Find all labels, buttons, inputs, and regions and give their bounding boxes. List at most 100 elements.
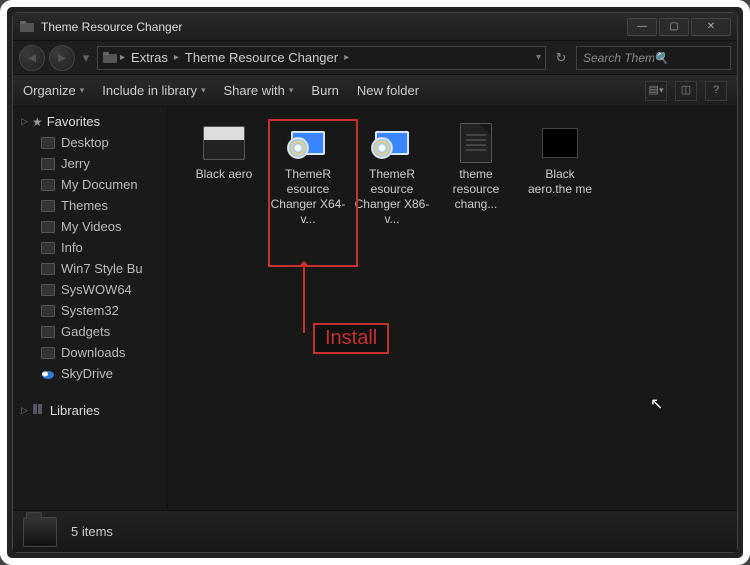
folder-icon <box>199 121 249 165</box>
sidebar-item-label: Desktop <box>61 135 109 150</box>
command-toolbar: Organize▾ Include in library▾ Share with… <box>13 75 737 107</box>
chevron-down-icon: ▾ <box>83 51 90 64</box>
preview-pane-button[interactable]: ◫ <box>675 81 697 101</box>
file-item[interactable]: ThemeR esource Changer X64-v... <box>270 121 346 227</box>
screenshot-frame: Theme Resource Changer — ▢ ✕ ◄ ► ▾ ▸ Ext… <box>0 0 750 565</box>
folder-icon <box>41 242 55 254</box>
file-item[interactable]: ThemeR esource Changer X86-v... <box>354 121 430 227</box>
refresh-button[interactable]: ↻ <box>550 47 572 69</box>
folder-icon <box>41 326 55 338</box>
title-bar: Theme Resource Changer — ▢ ✕ <box>13 13 737 41</box>
annotation-arrow <box>303 263 305 333</box>
sidebar-item-label: SysWOW64 <box>61 282 132 297</box>
chevron-down-icon: ▾ <box>289 86 294 95</box>
sidebar-item[interactable]: Jerry <box>13 153 167 174</box>
sidebar-item[interactable]: My Documen <box>13 174 167 195</box>
sidebar-item-label: Gadgets <box>61 324 110 339</box>
expand-icon: ▷ <box>21 406 28 415</box>
explorer-window: Theme Resource Changer — ▢ ✕ ◄ ► ▾ ▸ Ext… <box>12 12 738 553</box>
search-input[interactable]: Search Theme Re... 🔍 <box>576 46 731 70</box>
document-icon <box>451 121 501 165</box>
item-count: 5 items <box>71 524 113 539</box>
favorites-group[interactable]: ▷ ★ Favorites <box>13 111 167 132</box>
breadcrumb[interactable]: Extras <box>127 50 172 65</box>
libraries-group[interactable]: ▷ Libraries <box>13 400 167 421</box>
search-icon: 🔍 <box>654 52 725 64</box>
file-label: ThemeR esource Changer X86-v... <box>354 167 430 227</box>
file-label: Black aero <box>196 167 253 182</box>
file-item[interactable]: Black aero <box>186 121 262 227</box>
help-icon: ? <box>713 85 719 96</box>
sidebar-item-label: System32 <box>61 303 119 318</box>
installer-icon <box>283 121 333 165</box>
refresh-icon: ↻ <box>556 51 567 64</box>
minimize-button[interactable]: — <box>627 18 657 36</box>
new-folder-button[interactable]: New folder <box>357 83 419 98</box>
folder-icon <box>102 50 118 66</box>
sidebar-item-label: Win7 Style Bu <box>61 261 143 276</box>
folder-icon <box>41 347 55 359</box>
sidebar-item[interactable]: Desktop <box>13 132 167 153</box>
expand-icon: ▷ <box>21 117 28 126</box>
skydrive-icon <box>41 368 55 380</box>
sidebar-item-label: Downloads <box>61 345 125 360</box>
sidebar-item-label: Info <box>61 240 83 255</box>
share-with-menu[interactable]: Share with ▾ <box>223 83 293 98</box>
sidebar-item-label: Themes <box>61 198 108 213</box>
history-dropdown[interactable]: ▾ <box>79 48 93 68</box>
chevron-right-icon: ▸ <box>120 53 125 63</box>
sidebar-item[interactable]: Win7 Style Bu <box>13 258 167 279</box>
sidebar-item[interactable]: SysWOW64 <box>13 279 167 300</box>
library-icon <box>32 403 46 418</box>
address-bar[interactable]: ▸ Extras ▸ Theme Resource Changer ▸ ▾ <box>97 46 546 70</box>
sidebar-item[interactable]: Themes <box>13 195 167 216</box>
sidebar-item[interactable]: Gadgets <box>13 321 167 342</box>
star-icon: ★ <box>32 116 43 128</box>
forward-button[interactable]: ► <box>49 45 75 71</box>
folder-icon <box>41 263 55 275</box>
view-icon: ▤ <box>649 85 659 96</box>
file-label: ThemeR esource Changer X64-v... <box>270 167 346 227</box>
status-bar: 5 items <box>13 510 737 552</box>
folder-icon <box>19 19 35 35</box>
installer-icon <box>367 121 417 165</box>
sidebar-item[interactable]: Info <box>13 237 167 258</box>
libraries-label: Libraries <box>50 403 100 418</box>
folder-icon <box>41 284 55 296</box>
theme-file-icon <box>535 121 585 165</box>
share-label: Share with <box>223 83 284 98</box>
newfolder-label: New folder <box>357 83 419 98</box>
folder-icon <box>41 137 55 149</box>
sidebar-item[interactable]: System32 <box>13 300 167 321</box>
arrow-left-icon: ◄ <box>26 51 39 64</box>
maximize-button[interactable]: ▢ <box>659 18 689 36</box>
folder-icon <box>41 158 55 170</box>
breadcrumb-label: Extras <box>131 50 168 65</box>
sidebar-item[interactable]: My Videos <box>13 216 167 237</box>
view-options-button[interactable]: ▤▾ <box>645 81 667 101</box>
burn-button[interactable]: Burn <box>311 83 338 98</box>
sidebar-item-label: My Videos <box>61 219 121 234</box>
sidebar-item-label: SkyDrive <box>61 366 113 381</box>
sidebar-item-skydrive[interactable]: SkyDrive <box>13 363 167 384</box>
chevron-right-icon: ▸ <box>174 53 179 63</box>
breadcrumb-label: Theme Resource Changer <box>185 50 338 65</box>
help-button[interactable]: ? <box>705 81 727 101</box>
breadcrumb[interactable]: Theme Resource Changer <box>181 50 342 65</box>
back-button[interactable]: ◄ <box>19 45 45 71</box>
folder-icon <box>23 517 57 547</box>
sidebar-item[interactable]: Downloads <box>13 342 167 363</box>
folder-icon <box>41 200 55 212</box>
close-button[interactable]: ✕ <box>691 18 731 36</box>
chevron-down-icon[interactable]: ▾ <box>536 53 541 63</box>
sidebar-item-label: My Documen <box>61 177 138 192</box>
sidebar-item-label: Jerry <box>61 156 90 171</box>
file-item[interactable]: Black aero.the me <box>522 121 598 227</box>
pane-icon: ◫ <box>681 85 691 96</box>
include-in-library-menu[interactable]: Include in library▾ <box>102 83 205 98</box>
window-title: Theme Resource Changer <box>41 20 627 34</box>
organize-menu[interactable]: Organize▾ <box>23 83 84 98</box>
file-list[interactable]: Black aero ThemeR esource Changer X64-v..… <box>168 107 737 510</box>
file-item[interactable]: theme resource chang... <box>438 121 514 227</box>
chevron-right-icon: ▸ <box>344 53 349 63</box>
